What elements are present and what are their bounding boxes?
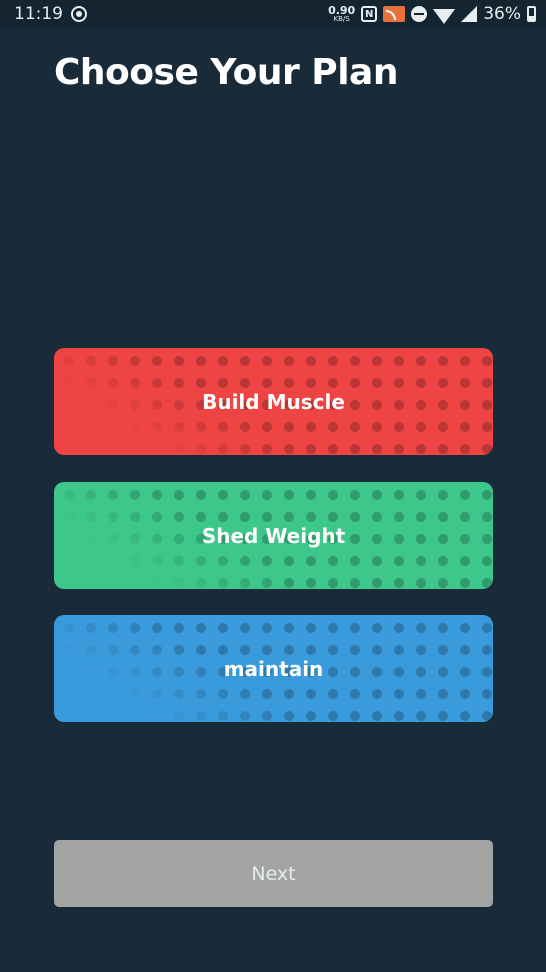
record-icon: [71, 6, 87, 22]
plan-build-muscle-button[interactable]: Build Muscle: [54, 348, 493, 455]
next-button[interactable]: Next: [54, 840, 493, 907]
wifi-icon: [433, 8, 456, 24]
page-title: Choose Your Plan: [54, 52, 398, 93]
status-time: 11:19: [14, 4, 63, 24]
nfc-icon: N: [361, 6, 378, 22]
status-bar: 11:19 0.90 KB/S N 36%: [0, 0, 546, 28]
plan-shed-weight-button[interactable]: Shed Weight: [54, 482, 493, 589]
status-bar-left: 11:19: [14, 4, 87, 24]
battery-icon: [527, 6, 536, 22]
plan-label: maintain: [223, 656, 324, 681]
signal-icon: [461, 6, 478, 22]
network-speed: 0.90 KB/S: [328, 5, 355, 23]
status-bar-right: 0.90 KB/S N 36%: [328, 4, 536, 24]
battery-percent: 36%: [483, 4, 521, 24]
plan-label: Build Muscle: [202, 389, 345, 414]
plan-label: Shed Weight: [201, 523, 346, 548]
cast-icon: [383, 6, 406, 22]
plan-maintain-button[interactable]: maintain: [54, 615, 493, 722]
network-speed-unit: KB/S: [333, 15, 350, 23]
do-not-disturb-icon: [411, 6, 428, 22]
